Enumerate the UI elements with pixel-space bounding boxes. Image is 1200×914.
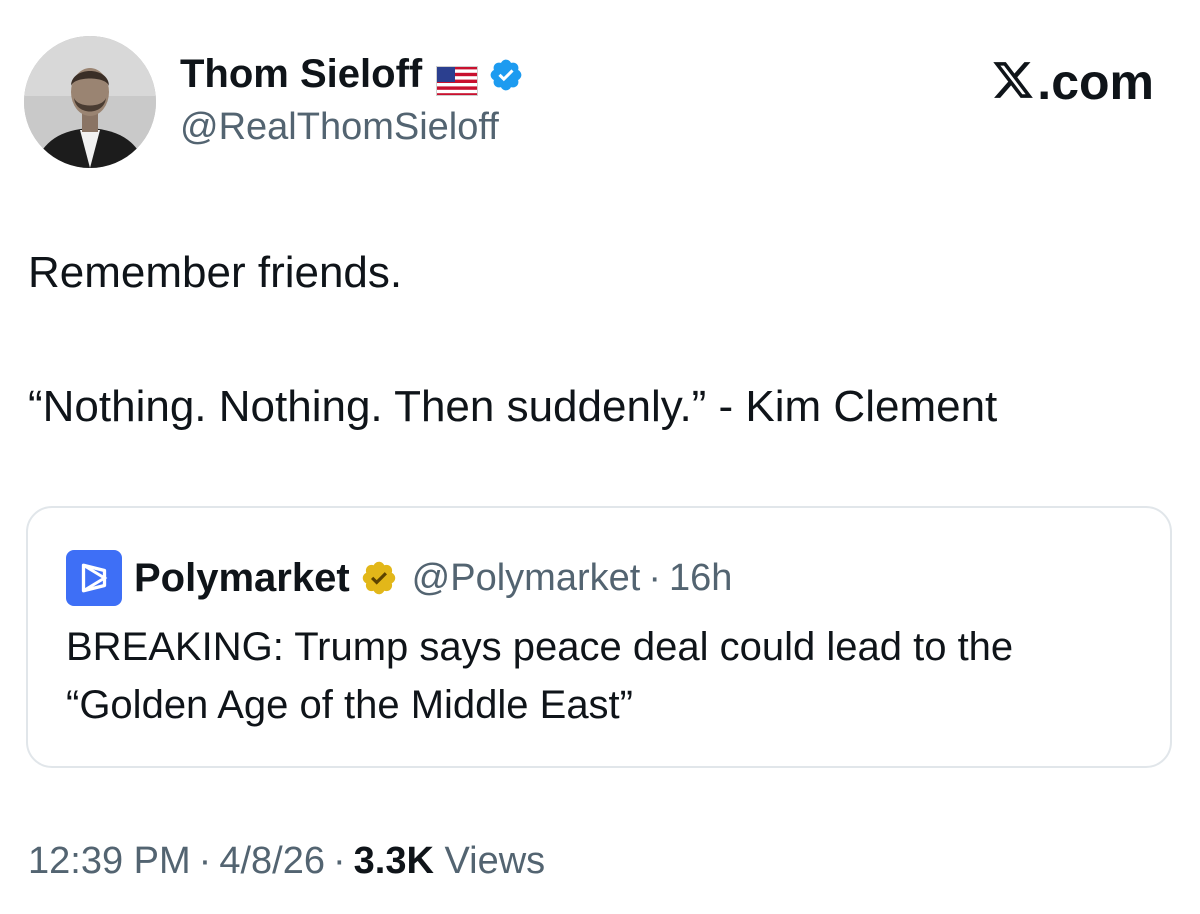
us-flag-icon	[436, 59, 479, 96]
quoted-tweet-card[interactable]: Polymarket @Polymarket · 16h BREAKING: T…	[26, 506, 1172, 768]
quoted-timestamp[interactable]: 16h	[669, 554, 732, 602]
author-handle[interactable]: @RealThomSieloff	[180, 104, 499, 150]
meta-separator: ·	[332, 840, 346, 882]
tweet-text-line-1: Remember friends.	[28, 248, 403, 297]
blue-verified-badge-icon[interactable]	[488, 56, 524, 92]
quoted-text-line-2: “Golden Age of the Middle East”	[66, 683, 633, 727]
avatar[interactable]	[24, 36, 156, 168]
quoted-author-name[interactable]: Polymarket	[134, 554, 350, 602]
quoted-author-handle[interactable]: @Polymarket	[412, 554, 641, 602]
author-display-name-row[interactable]: Thom Sieloff	[180, 50, 524, 98]
polymarket-logo-icon[interactable]	[66, 550, 122, 606]
tweet-time[interactable]: 12:39 PM	[28, 840, 191, 882]
tweet-date[interactable]: 4/8/26	[219, 840, 325, 882]
x-logo-icon	[991, 58, 1035, 107]
quoted-tweet-header: Polymarket @Polymarket · 16h	[66, 550, 732, 606]
views-count[interactable]: 3.3K	[354, 840, 434, 882]
x-com-label: .com	[1037, 54, 1154, 110]
gold-verified-badge-icon[interactable]	[360, 559, 398, 597]
quoted-separator: ·	[648, 557, 661, 599]
author-display-name[interactable]: Thom Sieloff	[180, 50, 422, 98]
views-label[interactable]: Views	[444, 840, 545, 882]
x-com-watermark: .com	[991, 54, 1154, 110]
quoted-tweet-text: BREAKING: Trump says peace deal could le…	[66, 618, 1013, 734]
tweet-metadata: 12:39 PM · 4/8/26 · 3.3K Views	[28, 836, 545, 886]
meta-separator: ·	[198, 840, 212, 882]
tweet-text-line-2: “Nothing. Nothing. Then suddenly.” - Kim…	[28, 382, 998, 431]
avatar-photo	[24, 36, 156, 168]
quoted-text-line-1: BREAKING: Trump says peace deal could le…	[66, 625, 1014, 669]
